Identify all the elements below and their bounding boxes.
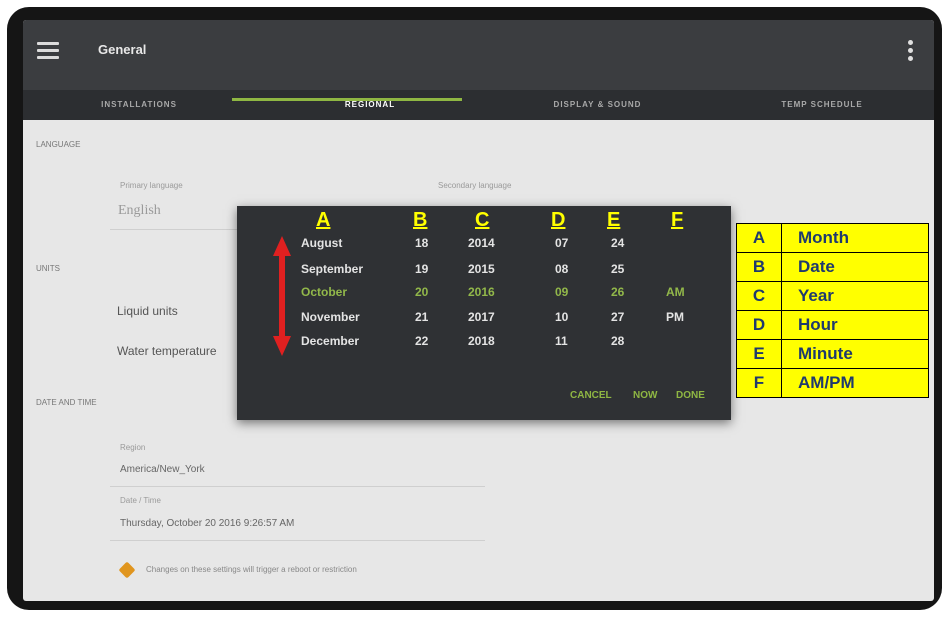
tab-bar: INSTALLATIONS REGIONAL DISPLAY & SOUND T…: [23, 90, 934, 120]
app-title: General: [98, 42, 147, 57]
legend-value: Hour: [781, 310, 929, 340]
legend-key: C: [736, 281, 782, 311]
hour-option[interactable]: 10: [555, 310, 568, 324]
scroll-direction-arrow-icon: [273, 236, 291, 356]
water-temperature-label: Water temperature: [117, 344, 217, 358]
legend-key: E: [736, 339, 782, 369]
minute-option[interactable]: 25: [611, 262, 624, 276]
hour-option-selected[interactable]: 09: [555, 285, 568, 299]
hour-option[interactable]: 11: [555, 334, 568, 348]
date-option[interactable]: 21: [415, 310, 428, 324]
primary-language-underline: [110, 229, 250, 230]
hour-option[interactable]: 07: [555, 236, 568, 250]
minute-option[interactable]: 27: [611, 310, 624, 324]
region-underline: [110, 486, 485, 487]
legend-value: Minute: [781, 339, 929, 369]
column-label-c: C: [475, 209, 490, 231]
date-option[interactable]: 19: [415, 262, 428, 276]
tab-installations[interactable]: INSTALLATIONS: [23, 90, 255, 120]
primary-language-label: Primary language: [120, 181, 183, 190]
legend-row: E Minute: [736, 339, 929, 369]
primary-language-value[interactable]: English: [118, 203, 161, 219]
legend-key: A: [736, 223, 782, 253]
region-value[interactable]: America/New_York: [120, 464, 205, 475]
section-language: LANGUAGE: [36, 140, 81, 149]
minute-option-selected[interactable]: 26: [611, 285, 624, 299]
more-options-icon[interactable]: [908, 40, 914, 66]
month-option[interactable]: August: [301, 236, 342, 250]
year-option[interactable]: 2014: [468, 236, 495, 250]
legend-value: Year: [781, 281, 929, 311]
tab-regional[interactable]: REGIONAL: [255, 90, 485, 120]
section-units: UNITS: [36, 264, 60, 273]
month-option-selected[interactable]: October: [301, 285, 347, 299]
legend-key: D: [736, 310, 782, 340]
minute-option[interactable]: 28: [611, 334, 624, 348]
legend-value: Month: [781, 223, 929, 253]
column-label-e: E: [607, 209, 621, 231]
datetime-underline: [110, 540, 485, 541]
date-option[interactable]: 22: [415, 334, 428, 348]
legend-value: AM/PM: [781, 368, 929, 398]
liquid-units-label: Liquid units: [117, 304, 178, 318]
legend-row: C Year: [736, 281, 929, 311]
tab-display-sound[interactable]: DISPLAY & SOUND: [485, 90, 710, 120]
now-button[interactable]: NOW: [633, 390, 657, 401]
minute-option[interactable]: 24: [611, 236, 624, 250]
datetime-value[interactable]: Thursday, October 20 2016 9:26:57 AM: [120, 518, 294, 529]
column-label-f: F: [671, 209, 684, 231]
column-label-d: D: [551, 209, 566, 231]
date-option[interactable]: 18: [415, 236, 428, 250]
region-label: Region: [120, 443, 146, 452]
month-option[interactable]: September: [301, 262, 363, 276]
legend-row: F AM/PM: [736, 368, 929, 398]
legend-key: B: [736, 252, 782, 282]
legend-value: Date: [781, 252, 929, 282]
legend-table: A Month B Date C Year D Hour E Minute F AM/PM: [736, 223, 929, 398]
year-option[interactable]: 2018: [468, 334, 495, 348]
column-label-a: A: [316, 209, 331, 231]
done-button[interactable]: DONE: [676, 390, 705, 401]
datetime-label: Date / Time: [120, 496, 161, 505]
legend-row: A Month: [736, 223, 929, 253]
menu-icon[interactable]: [37, 42, 59, 60]
legend-row: B Date: [736, 252, 929, 282]
secondary-language-label: Secondary language: [438, 181, 512, 190]
section-date-time: DATE AND TIME: [36, 398, 97, 407]
active-tab-indicator: [232, 98, 462, 101]
month-option[interactable]: November: [301, 310, 360, 324]
hour-option[interactable]: 08: [555, 262, 568, 276]
ampm-option[interactable]: PM: [666, 310, 684, 324]
year-option[interactable]: 2015: [468, 262, 495, 276]
column-label-b: B: [413, 209, 428, 231]
date-option-selected[interactable]: 20: [415, 285, 428, 299]
app-bar: General: [23, 20, 934, 90]
legend-key: F: [736, 368, 782, 398]
month-option[interactable]: December: [301, 334, 359, 348]
ampm-option-selected[interactable]: AM: [666, 285, 685, 299]
year-option[interactable]: 2017: [468, 310, 495, 324]
warning-text: Changes on these settings will trigger a…: [146, 565, 357, 574]
tab-temp-schedule[interactable]: TEMP SCHEDULE: [710, 90, 934, 120]
legend-row: D Hour: [736, 310, 929, 340]
cancel-button[interactable]: CANCEL: [570, 390, 612, 401]
year-option-selected[interactable]: 2016: [468, 285, 495, 299]
